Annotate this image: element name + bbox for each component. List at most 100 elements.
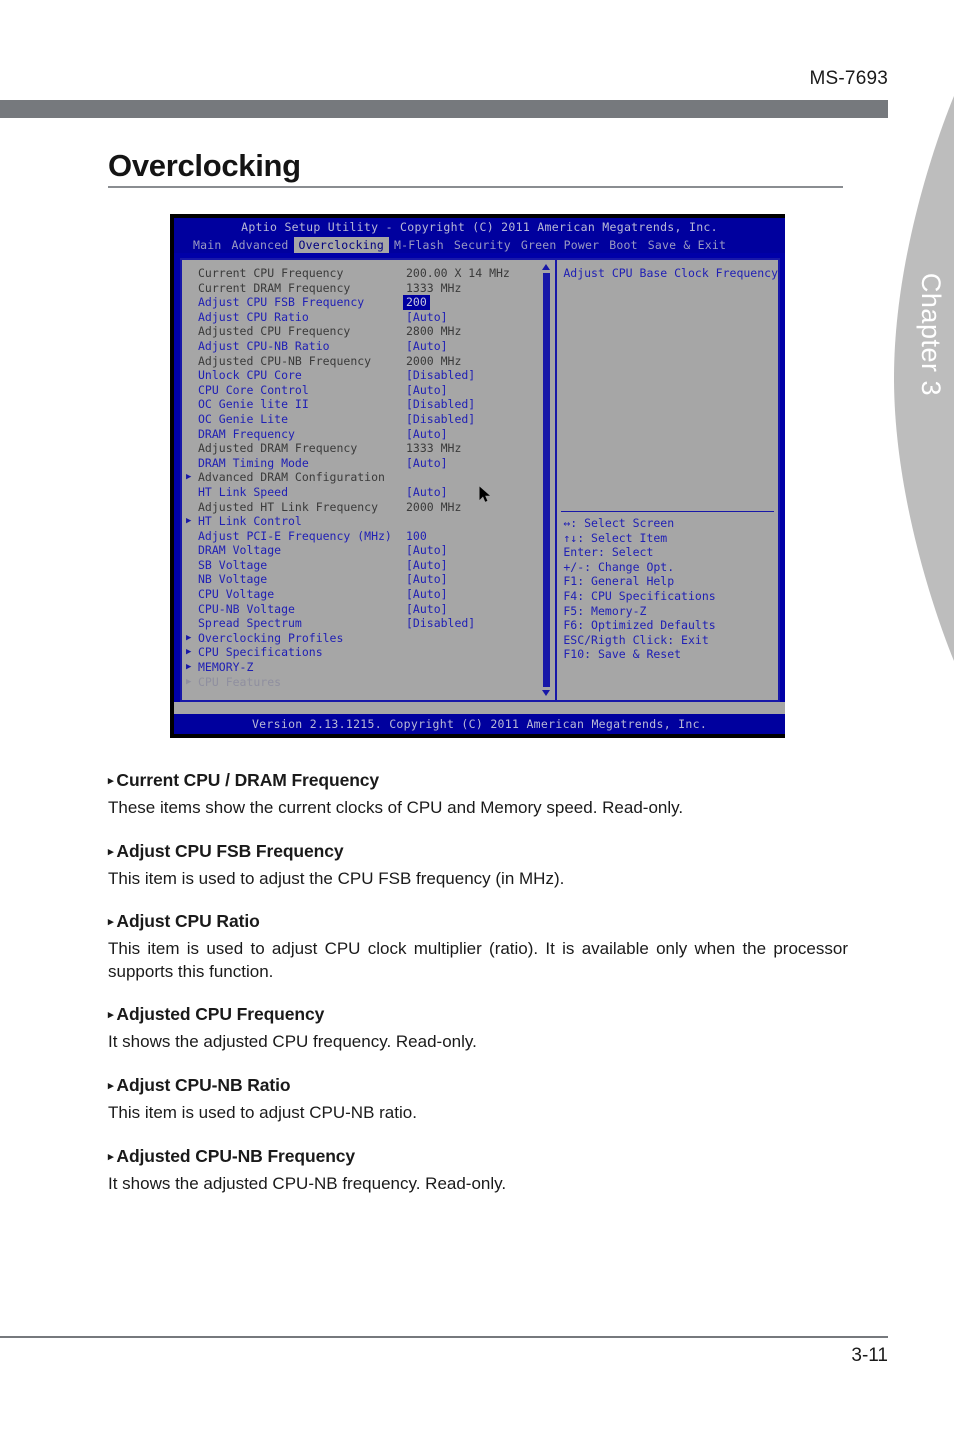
bios-setting-row[interactable]: DRAM Voltage [Auto] <box>182 543 555 558</box>
submenu-arrow-icon: ▶ <box>186 632 192 643</box>
bios-setting-row[interactable]: Unlock CPU Core [Disabled] <box>182 368 555 383</box>
bios-key-legend: ↔: Select Screen ↑↓: Select Item Enter: Se… <box>563 516 715 662</box>
bios-setting-value[interactable]: 2800 MHz <box>406 324 461 339</box>
bios-setting-row[interactable]: Current DRAM Frequency 1333 MHz <box>182 281 555 296</box>
chapter-tab-label: Chapter 3 <box>916 272 946 396</box>
bios-help-panel: Adjust CPU Base Clock Frequency ↔: Selec… <box>557 260 778 700</box>
bios-title: Aptio Setup Utility - Copyright (C) 2011… <box>174 218 785 237</box>
scroll-down-arrow-icon[interactable] <box>542 690 551 696</box>
page-title-rule <box>108 186 843 188</box>
bios-tab-green-power[interactable]: Green Power <box>516 237 604 253</box>
bios-setting-label: HT Link Control <box>198 514 302 529</box>
bios-setting-value[interactable]: [Disabled] <box>406 412 475 427</box>
bios-tab-overclocking[interactable]: Overclocking <box>293 237 389 253</box>
bios-key-hint: Enter: Select <box>563 545 654 560</box>
bios-setting-value[interactable]: [Auto] <box>406 587 448 602</box>
bios-scrollbar[interactable] <box>542 264 551 696</box>
section-heading: ▸ Adjust CPU FSB Frequency <box>108 841 848 862</box>
bios-setting-row[interactable]: Adjusted HT Link Frequency 2000 MHz <box>182 500 555 515</box>
bios-setting-row[interactable]: Spread Spectrum [Disabled] <box>182 616 555 631</box>
bios-setting-value[interactable]: [Auto] <box>406 456 448 471</box>
bios-setting-row[interactable]: NB Voltage [Auto] <box>182 572 555 587</box>
bios-setting-row[interactable]: ▶ CPU Features <box>182 675 555 690</box>
bios-setting-value[interactable]: 1333 MHz <box>406 441 461 456</box>
bios-setting-value[interactable]: [Auto] <box>406 572 448 587</box>
bios-tab-security[interactable]: Security <box>449 237 516 253</box>
bios-key-hint: F5: Memory-Z <box>563 603 647 618</box>
submenu-arrow-icon: ▶ <box>186 676 192 687</box>
section-body: This item is used to adjust CPU-NB ratio… <box>108 1103 417 1123</box>
bios-setting-value[interactable]: [Disabled] <box>406 368 475 383</box>
bios-tab-boot[interactable]: Boot <box>604 237 643 253</box>
bios-setting-value[interactable]: [Auto] <box>406 485 448 500</box>
bios-footer-gap <box>174 702 785 714</box>
bios-setting-row[interactable]: CPU Core Control [Auto] <box>182 383 555 398</box>
bios-setting-row[interactable]: ▶ Advanced DRAM Configuration <box>182 470 555 485</box>
bios-key-hint: +/-: Change Opt. <box>563 559 675 574</box>
bios-setting-label: DRAM Voltage <box>198 543 282 558</box>
bios-setting-value[interactable]: 100 <box>406 529 427 544</box>
bios-setting-value[interactable]: [Auto] <box>406 427 448 442</box>
bios-setting-value[interactable]: 2000 MHz <box>406 500 461 515</box>
bios-setting-label: NB Voltage <box>198 572 268 587</box>
bios-setting-row[interactable]: OC Genie lite II [Disabled] <box>182 397 555 412</box>
section-heading: ▸ Adjusted CPU Frequency <box>108 1004 848 1025</box>
bios-setting-value[interactable]: [Auto] <box>406 543 448 558</box>
scrollbar-thumb[interactable] <box>543 273 551 687</box>
bios-tab-main[interactable]: Main <box>188 237 227 253</box>
footer-rule <box>0 1336 888 1338</box>
bios-tab-m-flash[interactable]: M-Flash <box>389 237 449 253</box>
bios-setting-label: SB Voltage <box>198 557 268 572</box>
bios-setting-row[interactable]: Adjust CPU-NB Ratio [Auto] <box>182 339 555 354</box>
scroll-up-arrow-icon[interactable] <box>542 264 551 270</box>
bios-setting-row[interactable]: CPU Voltage [Auto] <box>182 587 555 602</box>
bios-setting-row[interactable]: Adjusted DRAM Frequency 1333 MHz <box>182 441 555 456</box>
bios-setting-label: Adjust CPU Ratio <box>198 309 309 324</box>
bios-setting-label: Adjusted CPU Frequency <box>198 324 351 339</box>
bios-setting-row[interactable]: HT Link Speed [Auto] <box>182 485 555 500</box>
bios-key-hint: F4: CPU Specifications <box>563 588 716 603</box>
bios-setting-row[interactable]: ▶ HT Link Control <box>182 514 555 529</box>
bios-setting-row[interactable]: ▶ Overclocking Profiles <box>182 631 555 646</box>
bios-setting-label: Adjust CPU FSB Frequency <box>198 295 365 310</box>
bios-settings-list: Current CPU Frequency 200.00 X 14 MHz Curr… <box>182 260 558 700</box>
bios-setting-row[interactable]: ▶ CPU Specifications <box>182 645 555 660</box>
bios-tab-save-exit[interactable]: Save & Exit <box>643 237 731 253</box>
bios-setting-row[interactable]: OC Genie Lite [Disabled] <box>182 412 555 427</box>
bios-tab-bar[interactable]: Main Advanced Overclocking M-Flash Security G… <box>174 237 785 253</box>
bios-setting-value[interactable]: [Auto] <box>406 383 448 398</box>
bios-setting-row[interactable]: Current CPU Frequency 200.00 X 14 MHz <box>182 266 555 281</box>
bios-setting-value[interactable]: 1333 MHz <box>406 281 461 296</box>
bios-setting-value[interactable]: [Auto] <box>406 310 448 325</box>
bios-setting-label: CPU Specifications <box>198 645 323 660</box>
bios-setting-row[interactable]: Adjust CPU FSB Frequency 200 <box>182 295 555 310</box>
bios-setting-value-selected[interactable]: 200 <box>403 295 430 310</box>
bios-setting-row[interactable]: Adjust PCI-E Frequency (MHz) 100 <box>182 529 555 544</box>
bios-setting-value[interactable]: [Disabled] <box>406 397 475 412</box>
bios-setting-row[interactable]: Adjusted CPU-NB Frequency 2000 MHz <box>182 354 555 369</box>
bios-setting-label: Unlock CPU Core <box>198 368 302 383</box>
bios-setting-value[interactable]: [Auto] <box>406 339 448 354</box>
section-body: It shows the adjusted CPU frequency. Rea… <box>108 1032 477 1052</box>
bios-setting-row[interactable]: ▶ MEMORY-Z <box>182 660 555 675</box>
bios-key-hint: F1: General Help <box>563 574 675 589</box>
bios-setting-value[interactable]: 2000 MHz <box>406 354 461 369</box>
page-title: Overclocking <box>108 148 301 183</box>
bios-setting-row[interactable]: CPU-NB Voltage [Auto] <box>182 602 555 617</box>
bios-setting-row[interactable]: SB Voltage [Auto] <box>182 558 555 573</box>
bios-help-text: Adjust CPU Base Clock Frequency <box>563 266 778 280</box>
bios-tab-advanced[interactable]: Advanced <box>227 237 294 253</box>
bios-setting-value[interactable]: 200.00 X 14 MHz <box>406 266 510 281</box>
bios-setting-row[interactable]: DRAM Frequency [Auto] <box>182 427 555 442</box>
bios-setting-row[interactable]: Adjust CPU Ratio [Auto] <box>182 310 555 325</box>
bios-setting-value[interactable]: [Disabled] <box>406 616 475 631</box>
bios-setting-value[interactable]: [Auto] <box>406 558 448 573</box>
bios-setting-value[interactable]: [Auto] <box>406 602 448 617</box>
bios-setting-label: Spread Spectrum <box>198 616 302 631</box>
bios-setting-row[interactable]: Adjusted CPU Frequency 2800 MHz <box>182 324 555 339</box>
bullet-arrow-icon: ▸ <box>108 775 114 787</box>
chapter-tab: Chapter 3 <box>894 96 954 661</box>
bios-setting-row[interactable]: DRAM Timing Mode [Auto] <box>182 456 555 471</box>
section-heading-text: Adjust CPU-NB Ratio <box>116 1075 291 1096</box>
bios-setting-label: OC Genie lite II <box>198 397 309 412</box>
